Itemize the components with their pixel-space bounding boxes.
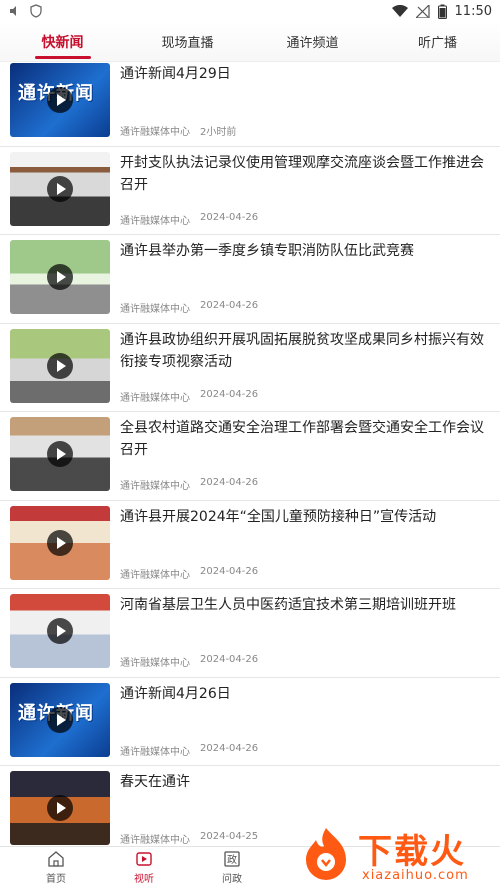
news-list: 通许新闻 通许新闻4月29日 通许融媒体中心 2小时前 开封支队执法记录仪使用管理… (0, 58, 500, 846)
tab-live[interactable]: 现场直播 (125, 22, 250, 61)
news-title: 通许县政协组织开展巩固拓展脱贫攻坚成果同乡村振兴有效衔接专项视察活动 (120, 331, 484, 370)
news-time: 2024-04-26 (200, 654, 259, 665)
politics-icon: 政 (224, 851, 240, 867)
svg-text:政: 政 (227, 853, 237, 866)
list-item[interactable]: 开封支队执法记录仪使用管理观摩交流座谈会暨工作推进会召开 通许融媒体中心 2024… (0, 147, 500, 235)
video-thumbnail: 通许新闻 (10, 63, 110, 137)
video-thumbnail (10, 240, 110, 314)
video-thumbnail (10, 505, 110, 580)
watermark-text: 下载火 (358, 832, 466, 872)
news-source: 通许融媒体中心 (120, 658, 190, 669)
mute-icon (10, 6, 16, 16)
list-item[interactable]: 河南省基层卫生人员中医药适宜技术第三期培训班开班 通许融媒体中心 2024-04-… (0, 589, 500, 678)
news-time: 2024-04-26 (200, 477, 259, 488)
news-time: 2小时前 (200, 127, 237, 138)
video-thumbnail (10, 417, 110, 491)
play-icon (47, 87, 73, 113)
signal-icon (415, 4, 430, 18)
news-title: 通许新闻4月26日 (120, 685, 231, 702)
play-icon (47, 175, 73, 202)
video-thumbnail (10, 771, 110, 845)
list-item[interactable]: 通许新闻 通许新闻4月29日 通许融媒体中心 2小时前 (0, 58, 500, 147)
news-title: 通许新闻4月29日 (120, 66, 231, 82)
tab-radio[interactable]: 听广播 (375, 22, 500, 61)
nav-audio-video-label: 视听 (134, 874, 154, 885)
news-source: 通许融媒体中心 (120, 127, 190, 138)
play-icon (47, 795, 73, 821)
video-thumbnail: 通许新闻 (10, 682, 110, 757)
play-icon (136, 852, 152, 866)
news-time: 2024-04-26 (200, 742, 259, 754)
shield-icon (30, 4, 42, 18)
list-item[interactable]: 全县农村道路交通安全治理工作部署会暨交通安全工作会议召开 通许融媒体中心 2024… (0, 412, 500, 501)
tab-quick-news[interactable]: 快新闻 (0, 22, 125, 61)
news-title: 通许县开展2024年“全国儿童预防接种日”宣传活动 (120, 508, 437, 525)
news-source: 通许融媒体中心 (120, 835, 190, 846)
news-time: 2024-04-26 (200, 565, 259, 577)
play-icon (47, 441, 73, 467)
news-title: 春天在通许 (120, 774, 190, 790)
play-icon (47, 264, 73, 290)
news-source: 通许融媒体中心 (120, 746, 190, 758)
news-time: 2024-04-26 (200, 300, 259, 311)
play-icon (47, 529, 73, 556)
news-source: 通许融媒体中心 (120, 392, 190, 404)
news-source: 通许融媒体中心 (120, 215, 190, 227)
list-item[interactable]: 通许县举办第一季度乡镇专职消防队伍比武竞赛 通许融媒体中心 2024-04-26 (0, 235, 500, 324)
watermark-domain: xiazaihuo.com (362, 868, 469, 883)
wifi-icon (391, 4, 408, 17)
watermark-logo: 下载火 xiazaihuo.com (296, 822, 496, 888)
news-time: 2024-04-26 (200, 388, 259, 400)
video-thumbnail (10, 328, 110, 403)
news-title: 全县农村道路交通安全治理工作部署会暨交通安全工作会议召开 (120, 420, 484, 458)
news-source: 通许融媒体中心 (120, 569, 190, 581)
list-item[interactable]: 通许新闻 通许新闻4月26日 通许融媒体中心 2024-04-26 (0, 678, 500, 766)
news-title: 通许县举办第一季度乡镇专职消防队伍比武竞赛 (120, 243, 414, 259)
home-icon (48, 851, 64, 867)
news-title: 河南省基层卫生人员中医药适宜技术第三期培训班开班 (120, 597, 456, 613)
nav-audio-video[interactable]: 视听 (112, 847, 176, 888)
play-icon (47, 618, 73, 644)
play-icon (47, 706, 73, 733)
status-time: 11:50 (454, 3, 492, 19)
video-thumbnail (10, 594, 110, 668)
flame-icon (306, 828, 346, 880)
video-thumbnail (10, 151, 110, 226)
battery-icon (437, 4, 447, 19)
tab-tongxu-channel[interactable]: 通许频道 (250, 22, 375, 61)
play-icon (47, 352, 73, 379)
news-source: 通许融媒体中心 (120, 481, 190, 492)
list-item[interactable]: 通许县开展2024年“全国儿童预防接种日”宣传活动 通许融媒体中心 2024-04… (0, 501, 500, 589)
nav-politics[interactable]: 政 问政 (200, 847, 264, 888)
nav-home[interactable]: 首页 (24, 847, 88, 888)
status-bar: 11:50 (0, 0, 500, 22)
list-item[interactable]: 通许县政协组织开展巩固拓展脱贫攻坚成果同乡村振兴有效衔接专项视察活动 通许融媒体… (0, 324, 500, 412)
news-time: 2024-04-26 (200, 211, 259, 223)
news-source: 通许融媒体中心 (120, 304, 190, 315)
nav-politics-label: 问政 (222, 874, 242, 885)
nav-home-label: 首页 (46, 874, 66, 885)
channel-tabs: 快新闻 现场直播 通许频道 听广播 (0, 22, 500, 62)
news-time: 2024-04-25 (200, 831, 259, 842)
news-title: 开封支队执法记录仪使用管理观摩交流座谈会暨工作推进会召开 (120, 154, 484, 193)
